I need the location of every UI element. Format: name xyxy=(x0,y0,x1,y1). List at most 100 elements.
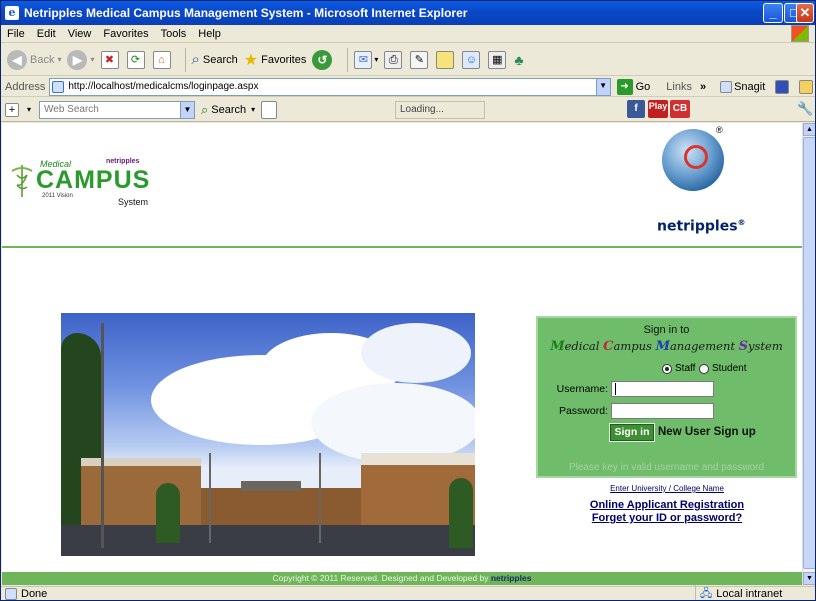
building-right-roof xyxy=(361,453,475,465)
search-toolbar: + ▾ Web Search ▼ ⌕ Search ▾ Loading... f… xyxy=(1,98,815,122)
lamp-post xyxy=(209,453,211,543)
contacts-icon: ♣ xyxy=(514,51,524,68)
palm-tree xyxy=(156,483,180,543)
title-word-medical: edical xyxy=(564,339,604,353)
online-applicant-registration-link[interactable]: Online Applicant Registration xyxy=(542,499,792,511)
globe-logo-icon xyxy=(662,129,724,191)
toolbar-options-icon[interactable]: ▾ xyxy=(27,105,31,114)
forgot-password-link[interactable]: Forget your ID or password? xyxy=(542,512,792,524)
signin-button[interactable]: Sign in xyxy=(609,423,655,442)
forward-button[interactable]: ▶ ▾ xyxy=(67,49,95,70)
menu-edit[interactable]: Edit xyxy=(31,28,62,40)
menu-file[interactable]: File xyxy=(1,28,31,40)
print-icon: ⎙ xyxy=(384,50,403,69)
staff-radio-dot xyxy=(662,363,672,374)
favorites-button[interactable]: ★ Favorites xyxy=(244,50,307,70)
facebook-icon[interactable]: f xyxy=(627,100,645,118)
netripples-brand: netripples® xyxy=(657,218,746,235)
address-bar: Address http://localhost/medicalcms/logi… xyxy=(1,77,815,97)
go-button[interactable]: ➜ Go xyxy=(616,78,650,95)
scroll-down-icon[interactable]: ▼ xyxy=(803,572,815,585)
play-icon[interactable]: Play xyxy=(648,100,668,118)
menu-favorites[interactable]: Favorites xyxy=(97,28,154,40)
menu-help[interactable]: Help xyxy=(192,28,227,40)
mail-dropdown-icon: ▾ xyxy=(374,55,379,64)
page-footer: Copyright © 2011 Reserved. Designed and … xyxy=(2,572,802,585)
star-icon: ★ xyxy=(243,51,259,69)
logo-version-text: 2011 Vision xyxy=(42,193,73,199)
menu-tools[interactable]: Tools xyxy=(155,28,193,40)
campus-photo xyxy=(61,313,475,556)
forward-dropdown-icon: ▾ xyxy=(90,55,95,64)
wrench-icon[interactable]: 🔧 xyxy=(797,101,813,117)
search-button[interactable]: ⌕ Search xyxy=(192,51,238,68)
username-input[interactable] xyxy=(611,381,714,397)
mail-icon: ✉ xyxy=(354,50,373,69)
menu-view[interactable]: View xyxy=(62,28,98,40)
snagit-catalog-icon[interactable] xyxy=(799,79,813,94)
title-initial-m2: M xyxy=(655,339,670,354)
student-radio[interactable]: Student xyxy=(699,363,746,374)
road xyxy=(61,525,475,556)
web-search-input[interactable]: Web Search ▼ xyxy=(39,100,196,119)
stop-icon: ✖ xyxy=(100,50,119,69)
toolbar-grip-icon[interactable]: + xyxy=(5,102,19,117)
back-button[interactable]: ◀ Back ▾ xyxy=(7,49,62,70)
zone-label: Local intranet xyxy=(716,588,783,600)
netripples-brand-text: netripples xyxy=(657,218,738,235)
contacts-button[interactable]: ♣ xyxy=(514,52,523,68)
research-button[interactable]: ▦ xyxy=(488,50,508,69)
enter-university-link[interactable]: Enter University / College Name xyxy=(542,484,792,493)
links-toolbar[interactable]: Links » xyxy=(666,81,706,93)
address-field[interactable]: http://localhost/medicalcms/loginpage.as… xyxy=(49,77,611,96)
back-label: Back xyxy=(30,53,55,66)
snagit-capture-icon[interactable] xyxy=(775,79,790,94)
refresh-button[interactable]: ⟳ xyxy=(126,50,147,69)
new-user-signup-link[interactable]: New User Sign up xyxy=(658,426,756,438)
address-dropdown-icon[interactable]: ▼ xyxy=(595,78,610,95)
web-search-button[interactable]: ⌕ Search ▾ xyxy=(201,102,255,118)
highlight-icon[interactable] xyxy=(261,100,278,119)
search-label: Search xyxy=(202,53,238,66)
notes-button[interactable] xyxy=(436,50,456,69)
back-dropdown-icon: ▾ xyxy=(57,55,62,64)
staff-radio[interactable]: Staff xyxy=(662,363,695,374)
title-word-campus: ampus xyxy=(613,339,656,353)
edit-button[interactable]: ✎ xyxy=(410,50,430,69)
title-initial-s: S xyxy=(738,339,749,354)
vertical-scrollbar[interactable]: ▲ ▼ xyxy=(802,123,815,585)
print-button[interactable]: ⎙ xyxy=(384,50,404,69)
password-input[interactable] xyxy=(611,403,714,419)
logo-system-text: System xyxy=(118,197,149,207)
student-radio-dot xyxy=(699,363,709,374)
snagit-icon xyxy=(720,80,733,93)
minimize-button[interactable]: _ xyxy=(763,3,783,23)
stop-button[interactable]: ✖ xyxy=(100,50,121,69)
favorites-label: Favorites xyxy=(261,53,307,66)
history-button[interactable]: ↺ xyxy=(312,49,335,70)
cloud-shape xyxy=(311,383,475,463)
web-search-placeholder: Web Search xyxy=(44,103,99,115)
snagit-button[interactable]: Snagit xyxy=(720,80,765,93)
links-more[interactable]: » xyxy=(700,81,706,93)
windows-logo-icon xyxy=(791,25,809,42)
cb-icon[interactable]: CB xyxy=(670,100,690,118)
page-done-icon xyxy=(5,588,17,600)
web-search-dropdown-icon[interactable]: ▼ xyxy=(180,101,195,118)
go-arrow-icon: ➜ xyxy=(616,78,633,95)
scroll-up-icon[interactable]: ▲ xyxy=(803,123,815,136)
student-label: Student xyxy=(712,363,747,374)
scroll-thumb[interactable] xyxy=(803,137,815,569)
close-button[interactable]: ✕ xyxy=(796,3,814,23)
messenger-button[interactable]: ☺ xyxy=(462,50,482,69)
title-word-management: anagement xyxy=(669,339,739,353)
footer-brand: netripples xyxy=(490,573,532,583)
title-word-system: ystem xyxy=(748,339,783,353)
lamp-post xyxy=(319,453,321,543)
building-roof xyxy=(81,458,201,466)
mail-button[interactable]: ✉ ▾ xyxy=(354,50,379,69)
building-center-roof xyxy=(241,481,301,491)
home-button[interactable]: ⌂ xyxy=(152,50,173,69)
web-search-label: Search xyxy=(211,103,247,116)
login-hint: Please key in valid username and passwor… xyxy=(568,462,765,473)
